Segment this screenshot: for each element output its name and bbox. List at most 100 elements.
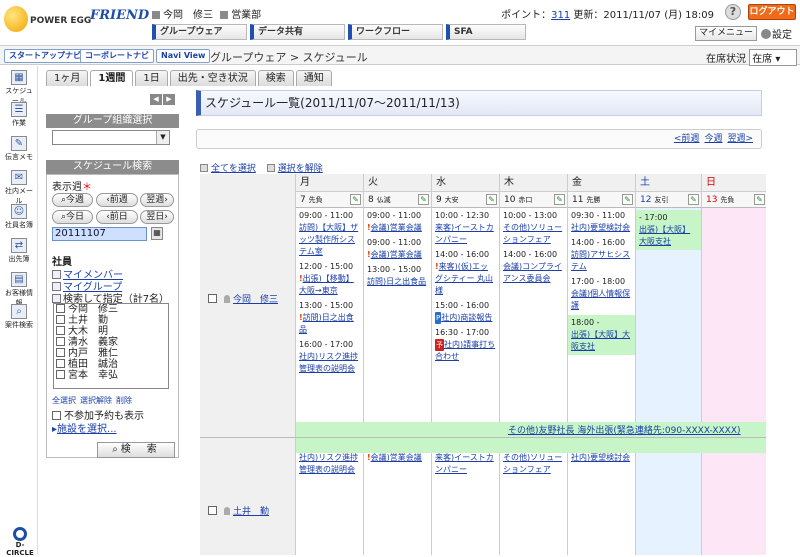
schedule-event[interactable]: 09:00 - 11:00!会議)営業会議 <box>367 210 428 234</box>
corporate-navi-button[interactable]: コーポレートナビ <box>80 49 154 63</box>
member-checkbox[interactable] <box>56 337 65 346</box>
row-checkbox[interactable] <box>208 506 217 515</box>
member-checkbox[interactable] <box>56 370 65 379</box>
delete-link[interactable]: 削除 <box>116 396 132 405</box>
event-link[interactable]: 出張)【大阪】大阪支社 <box>639 225 690 246</box>
this-week-button[interactable]: ⌕今週 <box>52 193 93 207</box>
schedule-event[interactable]: 13:00 - 15:00 訪問)日之出食品 <box>367 264 428 288</box>
event-link[interactable]: その他)ソリューションフェア <box>503 453 562 474</box>
schedule-cell[interactable]: 09:00 - 11:00!会議)営業会議 <box>364 438 431 555</box>
search-button[interactable]: ⌕検 索 <box>97 442 175 458</box>
next-week-link[interactable]: 翌週> <box>727 134 753 144</box>
event-link[interactable]: 訪問)日之出食品 <box>299 313 354 334</box>
schedule-event[interactable]: 09:00 - 11:00!会議)営業会議 <box>367 237 428 261</box>
group-select[interactable]: ▼ <box>52 130 170 145</box>
schedule-cell[interactable]: - 17:00 出張)【大阪】大阪支社 <box>636 208 701 422</box>
event-link[interactable]: 出張)【移動】大阪→東京 <box>299 274 354 295</box>
event-link[interactable]: 社内)要望検討会 <box>571 223 630 232</box>
schedule-cell[interactable] <box>702 438 766 555</box>
member-list[interactable]: 今岡 修三 土井 勤 大木 明 清水 義家 内戸 雅仁 植田 誠治 宮本 幸弘 <box>53 303 169 389</box>
my-menu-button[interactable]: マイメニュー <box>695 26 757 41</box>
tab-month[interactable]: 1ヶ月 <box>46 70 89 86</box>
event-link[interactable]: 社内)要望検討会 <box>571 453 630 462</box>
schedule-cell[interactable]: 10:00 - 13:00 その他)ソリューションフェア 14:00 - 16:00… <box>500 208 567 422</box>
schedule-event[interactable]: 09:00 - 11:00 訪問)【大阪】ザッツ製作所システム室 <box>299 210 360 258</box>
list-item[interactable]: 植田 誠治 <box>54 359 168 370</box>
member-checkbox[interactable] <box>56 359 65 368</box>
schedule-event[interactable]: 13:00 - 15:00 !訪問)日之出食品 <box>299 300 360 336</box>
sidebar-item-outing[interactable]: ⇄ 出先簿 <box>2 238 36 264</box>
schedule-cell[interactable]: 09:00 - 11:00 訪問)【大阪】ザッツ製作所システム室 12:00 - 1… <box>296 208 363 422</box>
event-link[interactable]: 社内)リスク進捗管理表の説明会 <box>299 352 358 373</box>
schedule-event[interactable]: - 17:00 出張)【大阪】大阪支社 <box>636 210 701 250</box>
member-checkbox[interactable] <box>56 315 65 324</box>
list-item[interactable]: 大木 明 <box>54 326 168 337</box>
schedule-event[interactable]: 15:00 - 16:00 P社内)商談報告 <box>435 300 496 324</box>
event-link[interactable]: 来客)イーストカンパニー <box>435 453 494 474</box>
event-link[interactable]: 会議)コンプライアンス委員会 <box>503 262 562 283</box>
schedule-event[interactable]: 12:00 - 15:00 !出張)【移動】大阪→東京 <box>299 261 360 297</box>
expand-right-icon[interactable]: ▶ <box>163 94 175 105</box>
event-link[interactable]: 訪問)【大阪】ザッツ製作所システム室 <box>299 223 358 256</box>
tab-availability[interactable]: 出先・空き状況 <box>169 70 256 86</box>
add-event-icon[interactable]: ✎ <box>350 194 361 205</box>
event-link[interactable]: その他)ソリューションフェア <box>503 223 562 244</box>
date-input[interactable]: 20111107 <box>52 227 147 241</box>
event-link[interactable]: 会議)個人情報保護 <box>571 289 630 310</box>
schedule-event[interactable]: 10:00 - 12:30 来客)イーストカンパニー <box>435 210 496 246</box>
include-checkbox[interactable] <box>52 411 61 420</box>
schedule-cell[interactable]: 09:30 - 11:00 社内)要望検討会 14:00 - 16:00 訪問)アサヒ… <box>568 208 635 422</box>
schedule-event[interactable]: 18:00 - 出張)【大阪】大阪支社 <box>568 315 635 355</box>
prev-day-button[interactable]: ‹前日 <box>96 210 138 224</box>
seat-select[interactable]: 在席 ▾ <box>749 49 798 66</box>
module-tab-sfa[interactable]: SFA <box>446 24 526 40</box>
tab-day[interactable]: 1日 <box>135 70 168 86</box>
schedule-event[interactable]: 14:00 - 16:00 訪問)アサヒシステム <box>571 237 632 273</box>
schedule-cell[interactable] <box>702 208 766 422</box>
event-link[interactable]: 社内)請事打ち合わせ <box>435 340 495 361</box>
event-link[interactable]: 会議)営業会議 <box>371 453 422 462</box>
schedule-cell[interactable]: 16:00 - 17:00社内)リスク進捗管理表の説明会 <box>296 438 363 555</box>
module-tab-workflow[interactable]: ワークフロー <box>348 24 443 40</box>
navi-view-button[interactable]: Navi View <box>156 49 211 63</box>
deselect-link[interactable]: 選択を解除 <box>278 164 323 174</box>
schedule-event[interactable]: 09:30 - 11:00 社内)要望検討会 <box>571 210 632 234</box>
prev-week-link[interactable]: <前週 <box>674 134 700 144</box>
sidebar-item-task[interactable]: ☰ 作業 <box>2 102 36 128</box>
logout-button[interactable]: ログアウト <box>748 4 796 20</box>
tab-search[interactable]: 検索 <box>257 70 294 86</box>
prev-week-button[interactable]: ‹前週 <box>96 193 138 207</box>
schedule-cell[interactable] <box>636 438 701 555</box>
event-link[interactable]: 訪問)アサヒシステム <box>571 250 630 271</box>
sidebar-item-search[interactable]: ⌕ 案件検索 <box>2 304 36 330</box>
schedule-cell[interactable]: 09:00 - 11:00 !会議)営業会議 09:00 - 11:00 !会議)営業… <box>364 208 431 422</box>
person-name[interactable]: 土井 勤 <box>233 507 269 517</box>
sidebar-item-directory[interactable]: ☺ 社員名簿 <box>2 204 36 230</box>
add-event-icon[interactable]: ✎ <box>754 194 765 205</box>
schedule-cell[interactable]: 10:00 - 13:00その他)ソリューションフェア <box>500 438 567 555</box>
list-item[interactable]: 宮本 幸弘 <box>54 370 168 381</box>
list-item[interactable]: 土井 勤 <box>54 315 168 326</box>
add-event-icon[interactable]: ✎ <box>688 194 699 205</box>
list-item[interactable]: 今岡 修三 <box>54 304 168 315</box>
today-button[interactable]: ⌕今日 <box>52 210 93 224</box>
event-link[interactable]: 社内)リスク進捗管理表の説明会 <box>299 453 358 474</box>
module-tab-groupware[interactable]: グループウェア <box>152 24 247 40</box>
add-event-icon[interactable]: ✎ <box>486 194 497 205</box>
schedule-event[interactable]: 16:30 - 17:00 予社内)請事打ち合わせ <box>435 327 496 363</box>
list-item[interactable]: 内戸 雅仁 <box>54 348 168 359</box>
event-link[interactable]: 社内)商談報告 <box>441 313 492 322</box>
facility-select-link[interactable]: ▸施設を選択... <box>52 420 117 435</box>
member-checkbox[interactable] <box>56 326 65 335</box>
schedule-event[interactable]: 17:00 - 18:00 会議)個人情報保護 <box>571 276 632 312</box>
list-item[interactable]: 清水 義家 <box>54 337 168 348</box>
add-event-icon[interactable]: ✎ <box>622 194 633 205</box>
person-name[interactable]: 今岡 修三 <box>233 295 278 305</box>
event-link[interactable]: 来客)(仮)エッグシティー 丸山様 <box>435 262 493 295</box>
row-checkbox[interactable] <box>208 294 217 303</box>
select-all-link[interactable]: 全てを選択 <box>211 164 256 174</box>
member-checkbox[interactable] <box>56 348 65 357</box>
event-link[interactable]: 出張)【大阪】大阪支社 <box>571 330 630 351</box>
allday-event-link[interactable]: その他)友野社長 海外出張(緊急連絡先:090-XXXX-XXXX) <box>508 426 741 436</box>
event-link[interactable]: 会議)営業会議 <box>371 250 422 259</box>
